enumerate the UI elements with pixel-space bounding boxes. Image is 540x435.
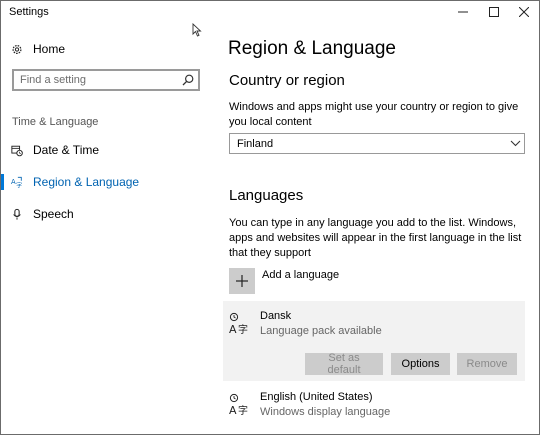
window-title: Settings	[9, 6, 49, 18]
language-item-dansk[interactable]: A字 Dansk Language pack available	[229, 310, 382, 337]
search-input[interactable]	[14, 73, 178, 87]
maximize-icon	[489, 7, 499, 17]
search-icon[interactable]	[178, 74, 198, 86]
remove-button[interactable]: Remove	[457, 353, 517, 375]
chevron-down-icon	[506, 140, 524, 147]
microphone-icon	[11, 208, 23, 220]
page-title: Region & Language	[228, 38, 396, 59]
minimize-button[interactable]	[448, 1, 478, 23]
maximize-button[interactable]	[479, 1, 509, 23]
section-heading-languages: Languages	[229, 187, 304, 204]
language-icon: A字	[229, 393, 251, 417]
svg-text:A: A	[229, 404, 237, 417]
set-as-default-button[interactable]: Set as default	[305, 352, 383, 376]
close-button[interactable]	[509, 1, 539, 23]
options-button[interactable]: Options	[391, 353, 450, 375]
sidebar-item-date-time[interactable]: Date & Time	[1, 135, 211, 165]
svg-text:A: A	[229, 323, 237, 336]
svg-text:字: 字	[238, 404, 248, 417]
language-name: Dansk	[260, 310, 292, 322]
language-name: English (United States)	[260, 391, 373, 403]
add-language-label: Add a language	[262, 269, 340, 281]
gear-icon	[11, 43, 23, 55]
sidebar-item-home[interactable]: Home	[1, 34, 211, 64]
svg-text:A: A	[11, 178, 16, 186]
sidebar-item-label: Date & Time	[33, 143, 100, 157]
country-description: Windows and apps might use your country …	[229, 101, 519, 128]
svg-text:字: 字	[238, 323, 248, 336]
search-field[interactable]	[12, 69, 200, 91]
close-icon	[519, 7, 529, 17]
language-status: Language pack available	[260, 325, 382, 337]
sidebar-item-label: Home	[33, 42, 66, 56]
calendar-clock-icon	[11, 144, 23, 156]
language-item-english[interactable]: A字 English (United States) Windows displ…	[229, 391, 390, 418]
plus-icon	[229, 268, 255, 294]
languages-description: You can type in any language you add to …	[229, 217, 522, 259]
sidebar-section-label: Time & Language	[12, 116, 99, 128]
section-heading-country: Country or region	[229, 72, 345, 89]
sidebar-item-label: Region & Language	[33, 175, 140, 189]
country-dropdown[interactable]: Finland	[229, 133, 525, 154]
country-dropdown-value: Finland	[237, 137, 274, 150]
language-status: Windows display language	[260, 406, 391, 418]
svg-text:字: 字	[16, 181, 22, 188]
minimize-icon	[458, 11, 468, 13]
sidebar-item-speech[interactable]: Speech	[1, 199, 211, 229]
title-bar: Settings	[1, 1, 539, 23]
region-language-icon: A字	[11, 176, 23, 189]
language-icon: A字	[229, 312, 251, 336]
add-language-button[interactable]: Add a language	[229, 267, 339, 295]
sidebar-item-label: Speech	[33, 207, 74, 221]
sidebar-item-region-language[interactable]: A字 Region & Language	[1, 167, 211, 197]
